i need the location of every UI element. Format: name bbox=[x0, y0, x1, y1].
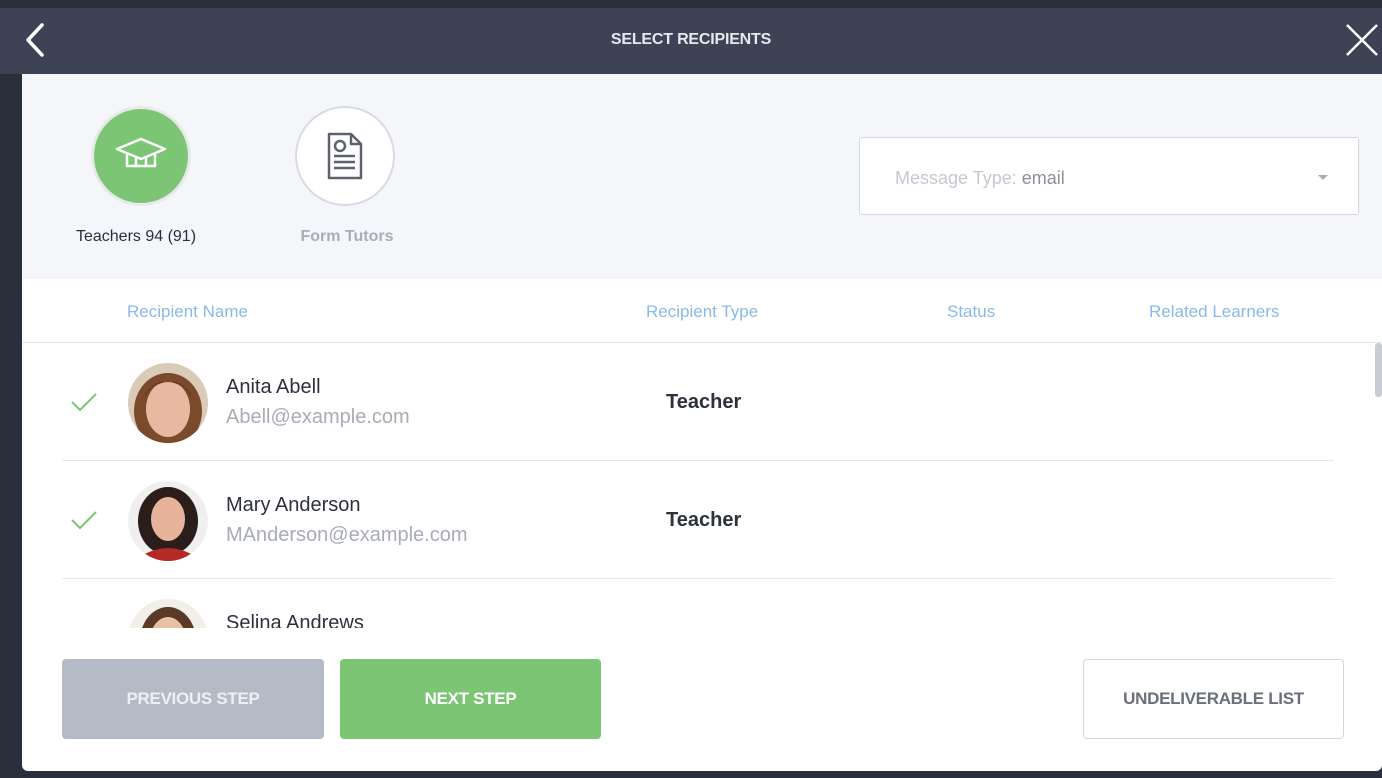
message-type-select[interactable]: Message Type: email bbox=[859, 137, 1359, 215]
recipient-email: Abell@example.com bbox=[226, 406, 410, 428]
close-button[interactable] bbox=[1343, 21, 1381, 59]
table-row[interactable]: Mary Anderson MAnderson@example.com Teac… bbox=[62, 461, 1334, 579]
page-title: SELECT RECIPIENTS bbox=[610, 31, 772, 48]
category-teachers-circle bbox=[91, 106, 191, 206]
next-step-button[interactable]: NEXT STEP bbox=[340, 659, 601, 739]
checkmark-icon bbox=[71, 511, 97, 530]
previous-step-button[interactable]: PREVIOUS STEP bbox=[62, 659, 324, 739]
close-icon bbox=[1346, 24, 1378, 56]
checkmark-icon bbox=[71, 393, 97, 412]
category-form-tutors-circle bbox=[295, 106, 395, 206]
undeliverable-list-button[interactable]: UNDELIVERABLE LIST bbox=[1083, 659, 1344, 739]
recipients-dialog: Teachers 94 (91) Form Tutors Message Typ… bbox=[22, 74, 1382, 771]
category-teachers[interactable]: Teachers 94 (91) bbox=[66, 106, 206, 245]
recipient-type: Teacher bbox=[666, 509, 742, 531]
recipient-name: Selina Andrews bbox=[226, 612, 364, 628]
column-header-recipient-name[interactable]: Recipient Name bbox=[127, 302, 248, 322]
recipient-email: MAnderson@example.com bbox=[226, 524, 468, 546]
category-form-tutors[interactable]: Form Tutors bbox=[272, 106, 422, 245]
avatar bbox=[128, 363, 208, 443]
column-header-related-learners[interactable]: Related Learners bbox=[1149, 302, 1279, 322]
category-teachers-label: Teachers 94 (91) bbox=[75, 228, 197, 245]
recipient-name: Mary Anderson bbox=[226, 494, 361, 516]
message-type-prefix: Message Type: bbox=[895, 168, 1022, 188]
avatar bbox=[128, 599, 208, 628]
caret-down-icon bbox=[1318, 175, 1328, 180]
scrollbar[interactable] bbox=[1375, 343, 1382, 397]
table-row[interactable]: Selina Andrews bbox=[62, 579, 1334, 628]
recipient-list: Anita Abell Abell@example.com Teacher Ma… bbox=[22, 343, 1382, 628]
column-header-recipient-type[interactable]: Recipient Type bbox=[646, 302, 758, 322]
recipient-type: Teacher bbox=[666, 391, 742, 413]
avatar bbox=[128, 481, 208, 561]
filter-panel: Teachers 94 (91) Form Tutors Message Typ… bbox=[22, 74, 1382, 279]
table-row[interactable]: Anita Abell Abell@example.com Teacher bbox=[62, 343, 1334, 461]
top-bar: SELECT RECIPIENTS bbox=[0, 8, 1382, 74]
recipient-name: Anita Abell bbox=[226, 376, 321, 398]
message-type-text: Message Type: email bbox=[895, 168, 1065, 189]
document-icon bbox=[327, 132, 363, 180]
message-type-value: email bbox=[1021, 168, 1065, 188]
column-header-status[interactable]: Status bbox=[947, 302, 995, 322]
category-form-tutors-label: Form Tutors bbox=[300, 228, 394, 245]
graduation-cap-icon bbox=[115, 137, 167, 168]
